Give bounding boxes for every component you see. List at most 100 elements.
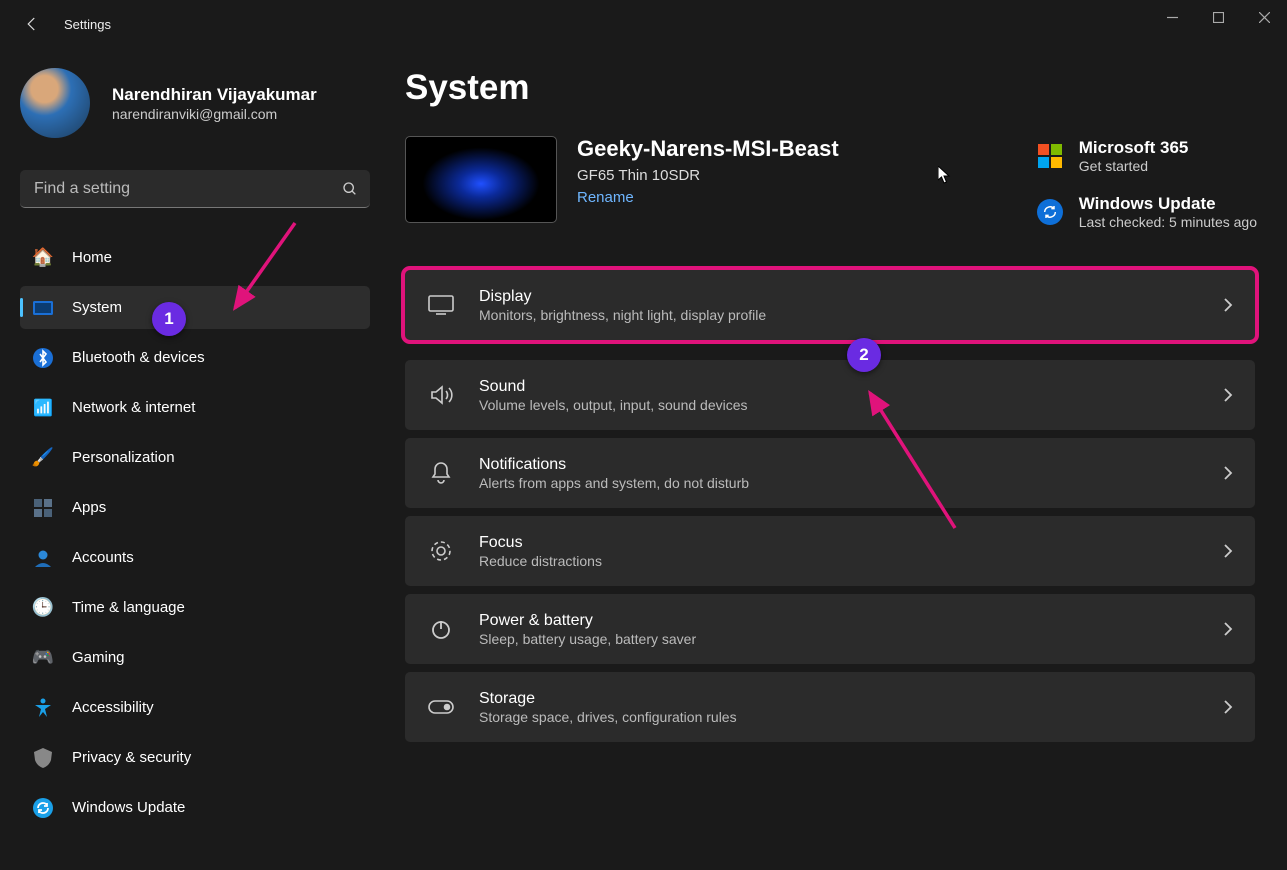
close-button[interactable]	[1241, 0, 1287, 34]
sidebar-item-gaming[interactable]: 🎮 Gaming	[20, 636, 370, 679]
sidebar-item-label: Network & internet	[72, 399, 195, 416]
wu-title: Windows Update	[1079, 194, 1257, 214]
tile-subtitle: Reduce distractions	[479, 553, 602, 569]
windows-update-icon	[1037, 199, 1063, 225]
window-title: Settings	[64, 17, 111, 32]
pc-name: Geeky-Narens-MSI-Beast	[577, 136, 839, 162]
personalization-icon: 🖌️	[32, 447, 54, 469]
maximize-icon	[1213, 12, 1224, 23]
privacy-icon	[32, 747, 54, 769]
desktop-thumbnail[interactable]	[405, 136, 557, 223]
profile-name: Narendhiran Vijayakumar	[112, 85, 317, 105]
annotation-badge-2: 2	[847, 338, 881, 372]
sidebar-item-label: Home	[72, 249, 112, 266]
chevron-right-icon	[1223, 543, 1233, 559]
chevron-right-icon	[1223, 699, 1233, 715]
tile-subtitle: Sleep, battery usage, battery saver	[479, 631, 696, 647]
gaming-icon: 🎮	[32, 647, 54, 669]
sidebar: Narendhiran Vijayakumar narendiranviki@g…	[0, 48, 385, 870]
ms365-subtitle: Get started	[1079, 158, 1189, 174]
tile-power[interactable]: Power & batterySleep, battery usage, bat…	[405, 594, 1255, 664]
focus-icon	[427, 537, 455, 565]
wu-subtitle: Last checked: 5 minutes ago	[1079, 214, 1257, 230]
sidebar-item-system[interactable]: System	[20, 286, 370, 329]
rename-link[interactable]: Rename	[577, 189, 839, 206]
sidebar-item-bluetooth[interactable]: Bluetooth & devices	[20, 336, 370, 379]
tile-storage[interactable]: StorageStorage space, drives, configurat…	[405, 672, 1255, 742]
sidebar-item-accessibility[interactable]: Accessibility	[20, 686, 370, 729]
sound-icon	[427, 381, 455, 409]
tile-title: Sound	[479, 378, 748, 396]
chevron-right-icon	[1223, 465, 1233, 481]
avatar	[20, 68, 90, 138]
apps-icon	[32, 497, 54, 519]
sidebar-item-time[interactable]: 🕒 Time & language	[20, 586, 370, 629]
sidebar-item-label: Bluetooth & devices	[72, 349, 205, 366]
sidebar-item-personalization[interactable]: 🖌️ Personalization	[20, 436, 370, 479]
sidebar-item-label: Gaming	[72, 649, 125, 666]
sidebar-item-apps[interactable]: Apps	[20, 486, 370, 529]
sidebar-item-label: Accounts	[72, 549, 134, 566]
arrow-left-icon	[23, 15, 41, 33]
sidebar-item-privacy[interactable]: Privacy & security	[20, 736, 370, 779]
profile-email: narendiranviki@gmail.com	[112, 106, 317, 122]
maximize-button[interactable]	[1195, 0, 1241, 34]
tile-sound[interactable]: SoundVolume levels, output, input, sound…	[405, 360, 1255, 430]
sidebar-item-accounts[interactable]: Accounts	[20, 536, 370, 579]
sidebar-item-label: Apps	[72, 499, 106, 516]
sidebar-item-update[interactable]: Windows Update	[20, 786, 370, 829]
search-icon[interactable]	[342, 181, 358, 197]
search-box[interactable]	[20, 170, 370, 208]
tile-subtitle: Monitors, brightness, night light, displ…	[479, 307, 766, 323]
notifications-icon	[427, 459, 455, 487]
sidebar-item-label: Accessibility	[72, 699, 154, 716]
titlebar: Settings	[0, 0, 1287, 48]
tile-display[interactable]: DisplayMonitors, brightness, night light…	[405, 270, 1255, 340]
back-button[interactable]	[18, 10, 46, 38]
page-title: System	[405, 68, 1257, 108]
power-icon	[427, 615, 455, 643]
tile-subtitle: Storage space, drives, configuration rul…	[479, 709, 737, 725]
network-icon: 📶	[32, 397, 54, 419]
accessibility-icon	[32, 697, 54, 719]
search-input[interactable]	[32, 179, 342, 199]
tile-title: Storage	[479, 690, 737, 708]
ms365-card[interactable]: Microsoft 365 Get started	[1036, 138, 1257, 174]
tile-subtitle: Volume levels, output, input, sound devi…	[479, 397, 748, 413]
hero: Geeky-Narens-MSI-Beast GF65 Thin 10SDR R…	[405, 136, 1257, 230]
system-icon	[32, 297, 54, 319]
annotation-badge-1: 1	[152, 302, 186, 336]
minimize-icon	[1167, 12, 1178, 23]
minimize-button[interactable]	[1149, 0, 1195, 34]
sidebar-item-label: Privacy & security	[72, 749, 191, 766]
microsoft-365-icon	[1038, 144, 1062, 168]
tile-focus[interactable]: FocusReduce distractions	[405, 516, 1255, 586]
sidebar-item-label: Windows Update	[72, 799, 185, 816]
bluetooth-icon	[32, 347, 54, 369]
time-icon: 🕒	[32, 597, 54, 619]
pc-model: GF65 Thin 10SDR	[577, 167, 839, 184]
close-icon	[1259, 12, 1270, 23]
chevron-right-icon	[1223, 621, 1233, 637]
tile-subtitle: Alerts from apps and system, do not dist…	[479, 475, 749, 491]
tile-title: Power & battery	[479, 612, 696, 630]
tile-notifications[interactable]: NotificationsAlerts from apps and system…	[405, 438, 1255, 508]
accounts-icon	[32, 547, 54, 569]
sidebar-item-label: Personalization	[72, 449, 175, 466]
nav-list: 🏠 Home System Bluetooth & devices 📶 Network &…	[20, 236, 385, 829]
profile-card[interactable]: Narendhiran Vijayakumar narendiranviki@g…	[20, 48, 385, 148]
chevron-right-icon	[1223, 297, 1233, 313]
windows-update-card[interactable]: Windows Update Last checked: 5 minutes a…	[1036, 194, 1257, 230]
sidebar-item-network[interactable]: 📶 Network & internet	[20, 386, 370, 429]
ms365-title: Microsoft 365	[1079, 138, 1189, 158]
display-icon	[427, 291, 455, 319]
tile-title: Display	[479, 288, 766, 306]
tile-title: Focus	[479, 534, 602, 552]
sidebar-item-home[interactable]: 🏠 Home	[20, 236, 370, 279]
sidebar-item-label: Time & language	[72, 599, 185, 616]
update-icon	[32, 797, 54, 819]
storage-icon	[427, 693, 455, 721]
home-icon: 🏠	[32, 247, 54, 269]
main-panel: System Geeky-Narens-MSI-Beast GF65 Thin …	[385, 48, 1287, 870]
sidebar-item-label: System	[72, 299, 122, 316]
